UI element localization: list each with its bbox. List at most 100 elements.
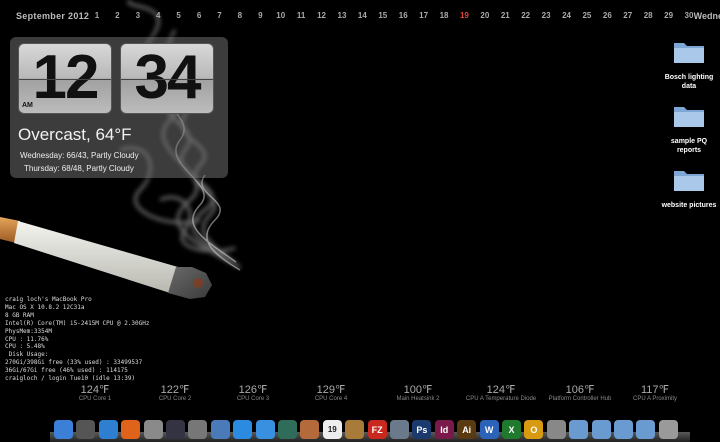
temperature-label: CPU Core 4 [314, 396, 348, 402]
dock: 19 FZ Ps Id Ai W X O [50, 418, 690, 442]
folder-icon [674, 171, 704, 191]
calendar-day: 18 [439, 11, 449, 20]
downloads-folder-icon[interactable] [614, 420, 633, 439]
desktop-folder-sample-pq-reports[interactable]: sample PQ reports [658, 104, 720, 155]
dock-icon-glyph: Ai [462, 424, 472, 435]
temperature-monitor: 124℉ CPU Core 1 122℉ CPU Core 2 126℉ CPU Core… [0, 383, 720, 409]
calendar-day: 13 [337, 11, 347, 20]
temperature-label: CPU Core 1 [78, 396, 112, 402]
dock-icon-glyph: Ps [416, 424, 428, 435]
system-info-panel: craig loch's MacBook Pro Mac OS X 10.8.2 … [5, 296, 150, 383]
indesign-icon[interactable]: Id [434, 420, 454, 439]
clock-minute-card: 34 [120, 43, 214, 114]
temperature-label: CPU A Temperature Diode [465, 396, 537, 402]
calendar-day: 7 [217, 11, 222, 20]
folder-icon [674, 107, 704, 127]
mail-icon[interactable] [143, 420, 163, 439]
calendar-month: September 2012 [16, 11, 90, 21]
calendar-day: 26 [602, 11, 612, 20]
cigarette-wallpaper [0, 217, 212, 299]
network-icon[interactable] [210, 420, 230, 439]
firefox-icon[interactable] [121, 420, 141, 439]
calendar-icon[interactable]: 19 [322, 420, 342, 439]
folder-icon [674, 43, 704, 63]
dock-icon-glyph: FZ [371, 424, 383, 435]
clock-weather-widget[interactable]: 12 34 AM Overcast, 64°F Wednesday: 66/43… [10, 37, 228, 178]
utility-icon[interactable] [390, 420, 409, 439]
calendar-day: 2 [115, 11, 120, 20]
calendar-day: 8 [237, 11, 243, 20]
system-info-line: 270Gi/398Gi free (33% used) : 33499537 [5, 359, 143, 367]
calendar-day: 25 [582, 11, 592, 20]
itunes-icon[interactable] [255, 420, 275, 439]
folder-label: sample PQ reports [670, 138, 708, 154]
calendar-day: 10 [276, 11, 286, 20]
photoshop-icon[interactable]: Ps [412, 420, 432, 439]
calendar-day: 24 [562, 11, 571, 20]
weather-current: Overcast, 64°F [18, 125, 132, 144]
dock-icon-glyph: Id [440, 424, 449, 435]
calendar-day-today: 19 [459, 11, 469, 20]
word-icon[interactable]: W [479, 420, 499, 439]
system-info-line: Intel(R) Core(TM) i5-2415M CPU @ 2.30GHz [5, 319, 150, 327]
temperature-label: CPU A Proximity [632, 396, 678, 402]
clock-ampm: AM [22, 102, 33, 109]
safari-icon[interactable] [98, 420, 118, 439]
dock-icon-glyph: W [484, 424, 494, 435]
calendar-day: 16 [398, 11, 408, 20]
dock-icon-glyph: 19 [327, 425, 337, 434]
calendar-day: 5 [176, 11, 181, 20]
outlook-icon[interactable]: O [524, 420, 544, 439]
weather-forecast-day: Wednesday: 66/43, Partly Cloudy [20, 151, 139, 160]
calendar-day: 22 [521, 11, 531, 20]
calendar-day: 20 [480, 11, 490, 20]
launchpad-icon[interactable] [76, 420, 96, 439]
photos-icon[interactable] [345, 420, 365, 439]
temperature-label: CPU Core 2 [158, 396, 192, 402]
weather-forecast-day: Thursday: 68/48, Partly Cloudy [24, 164, 134, 173]
calendar-day: 14 [357, 11, 367, 20]
calendar-day: 15 [378, 11, 388, 20]
calendar-day: 9 [258, 11, 263, 20]
app-store-icon[interactable] [233, 420, 253, 439]
folder-label: website pictures [661, 202, 717, 209]
excel-icon[interactable]: X [502, 420, 521, 439]
preview-icon[interactable] [300, 420, 320, 439]
calendar-day: 1 [94, 11, 100, 20]
x11-icon[interactable] [166, 420, 185, 439]
calendar-day: 12 [317, 11, 326, 20]
temperature-value: 129℉ [316, 384, 346, 396]
documents-icon[interactable] [546, 420, 566, 439]
calendar-day: 30 [684, 11, 694, 20]
illustrator-icon[interactable]: Ai [457, 420, 477, 439]
temperature-value: 106℉ [565, 384, 595, 396]
system-preferences-icon[interactable] [188, 420, 208, 439]
calendar-day: 11 [296, 11, 306, 20]
calendar-day: 6 [196, 11, 202, 20]
trash-icon[interactable] [658, 420, 678, 439]
clock-minute: 34 [134, 43, 202, 112]
filezilla-icon[interactable]: FZ [367, 420, 387, 439]
temperature-label: Main Heatsink 2 [396, 396, 440, 402]
stack-icon[interactable] [636, 420, 656, 439]
system-info-line: PhysMem:3354M [5, 327, 52, 335]
system-info-line: 8 GB RAM [5, 311, 34, 319]
desktop-folder-website-pictures[interactable]: website pictures [658, 168, 720, 210]
temperature-sensor: 124℉ CPU Core 1 [79, 383, 111, 402]
dock-icon-glyph: X [508, 424, 515, 435]
desktop-folder-bosch-lighting-data[interactable]: Bosch lighting data [658, 40, 720, 91]
finder-icon[interactable] [54, 420, 73, 439]
folder-label: Bosch lighting data [664, 74, 714, 90]
temperature-value: 124℉ [80, 384, 110, 396]
applications-folder-icon[interactable] [591, 420, 611, 439]
time-machine-icon[interactable] [278, 420, 297, 439]
calendar-weekday: Wednes [693, 11, 720, 21]
calendar-day: 27 [623, 11, 633, 20]
temperature-sensor: 106℉ Platform Controller Hub [549, 383, 612, 402]
folder-icon[interactable] [569, 420, 589, 439]
temperature-value: 122℉ [160, 384, 190, 396]
temperature-sensor: 100℉ Main Heatsink 2 [396, 383, 439, 402]
calendar-strip: September 2012 1 2 3 4 5 6 7 8 9 10 11 12 13 14 15 16 17… [0, 0, 720, 30]
calendar-day: 17 [419, 11, 429, 20]
calendar-day: 21 [500, 11, 510, 20]
